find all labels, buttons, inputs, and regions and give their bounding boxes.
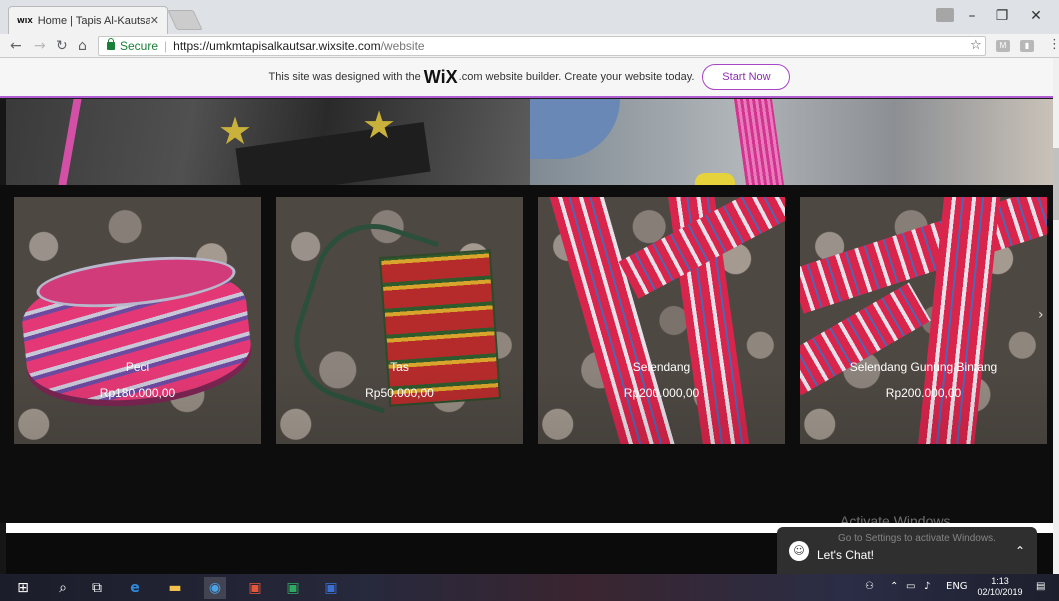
scrollbar-thumb[interactable] bbox=[1053, 148, 1059, 220]
product-price: Rp200.000,00 bbox=[623, 386, 700, 400]
tray-chevron-up-icon[interactable]: ⌃ bbox=[890, 581, 898, 592]
back-icon[interactable]: ← bbox=[10, 38, 22, 54]
people-icon[interactable]: ⚇ bbox=[865, 581, 874, 592]
star-icon: ★ bbox=[218, 109, 253, 153]
minimize-icon[interactable]: – bbox=[958, 6, 986, 26]
volume-icon[interactable]: ♪ bbox=[924, 581, 930, 592]
wix-promo-banner: This site was designed with the WiX .com… bbox=[0, 58, 1059, 98]
windows-taskbar bbox=[0, 574, 1059, 601]
product-image-selendang[interactable] bbox=[538, 197, 785, 444]
file-explorer-icon[interactable]: ▬ bbox=[164, 577, 186, 599]
gallery-next-arrow-icon[interactable]: › bbox=[1038, 307, 1044, 323]
banner-text-before: This site was designed with the bbox=[268, 71, 421, 83]
product-name[interactable]: Peci bbox=[14, 360, 261, 374]
notification-icon[interactable]: ▤ bbox=[1036, 581, 1045, 592]
chevron-up-icon[interactable]: ⌃ bbox=[1015, 544, 1025, 558]
product-price: Rp200.000,00 bbox=[885, 386, 962, 400]
excel-icon[interactable]: ▣ bbox=[282, 577, 304, 599]
system-clock[interactable]: 1:13 02/10/2019 bbox=[970, 576, 1030, 598]
wix-favicon-icon: WIX bbox=[17, 16, 33, 25]
restore-icon[interactable]: ❐ bbox=[988, 6, 1016, 26]
product-image-tas[interactable] bbox=[276, 197, 523, 444]
url-host: https://umkmtapisalkautsar.wixsite.com bbox=[173, 39, 381, 53]
reload-icon[interactable]: ↻ bbox=[56, 38, 68, 54]
lock-icon bbox=[107, 38, 115, 50]
bookmark-star-icon[interactable]: ☆ bbox=[970, 38, 982, 53]
search-icon[interactable]: ⌕ bbox=[52, 577, 74, 599]
star-icon: ★ bbox=[362, 103, 397, 147]
tab-title: Home | Tapis Al-Kautsar bbox=[37, 14, 150, 27]
task-view-icon[interactable]: ⧉ bbox=[86, 577, 108, 599]
windows-start-icon[interactable]: ⊞ bbox=[12, 577, 34, 599]
product-price: Rp180.000,00 bbox=[99, 386, 176, 400]
edge-browser-icon[interactable]: e bbox=[124, 577, 146, 599]
profile-icon[interactable] bbox=[936, 8, 954, 22]
browser-tab[interactable]: WIX Home | Tapis Al-Kautsar ✕ bbox=[8, 6, 168, 34]
product-image-selendang-gunung-bintang[interactable] bbox=[800, 197, 1047, 444]
clock-date: 02/10/2019 bbox=[977, 587, 1023, 597]
hero-image-right bbox=[530, 99, 1053, 185]
page-scrollbar[interactable] bbox=[1053, 58, 1059, 574]
product-name[interactable]: Selendang bbox=[538, 360, 785, 374]
wix-logo[interactable]: WiX bbox=[424, 67, 458, 88]
window-close-icon[interactable]: ✕ bbox=[1022, 6, 1050, 26]
forward-icon[interactable]: → bbox=[34, 38, 46, 54]
powerpoint-icon[interactable]: ▣ bbox=[244, 577, 266, 599]
language-indicator[interactable]: ENG bbox=[946, 581, 968, 592]
browser-menu-icon[interactable]: ⋮ bbox=[1048, 37, 1059, 52]
product-name[interactable]: Tas bbox=[276, 360, 523, 374]
word-icon[interactable]: ▣ bbox=[320, 577, 342, 599]
clock-time: 1:13 bbox=[991, 576, 1009, 586]
extension-icon[interactable]: ▮ bbox=[1020, 40, 1034, 52]
product-image-peci[interactable] bbox=[14, 197, 261, 444]
banner-text-after: .com website builder. Create your websit… bbox=[458, 71, 695, 83]
url-separator: | bbox=[164, 39, 168, 53]
home-icon[interactable]: ⌂ bbox=[78, 38, 87, 54]
hero-image-left: ★ ★ bbox=[6, 99, 530, 198]
url-path: /website bbox=[380, 39, 425, 53]
product-name[interactable]: Selendang Gunung Bintang bbox=[800, 360, 1047, 374]
product-price: Rp50.000,00 bbox=[365, 386, 434, 400]
secure-label: Secure bbox=[120, 39, 159, 53]
smiley-icon: ☺ bbox=[789, 540, 809, 561]
activate-windows-subtitle: Go to Settings to activate Windows. bbox=[838, 533, 996, 544]
address-bar[interactable]: Secure | https://umkmtapisalkautsar.wixs… bbox=[98, 36, 986, 56]
tab-close-icon[interactable]: ✕ bbox=[150, 14, 159, 27]
battery-icon[interactable]: ▭ bbox=[906, 581, 915, 592]
chrome-icon[interactable]: ◉ bbox=[204, 577, 226, 599]
start-now-button[interactable]: Start Now bbox=[702, 64, 791, 90]
extension-m-icon[interactable]: M bbox=[996, 40, 1010, 52]
secure-indicator[interactable]: Secure bbox=[107, 38, 159, 53]
